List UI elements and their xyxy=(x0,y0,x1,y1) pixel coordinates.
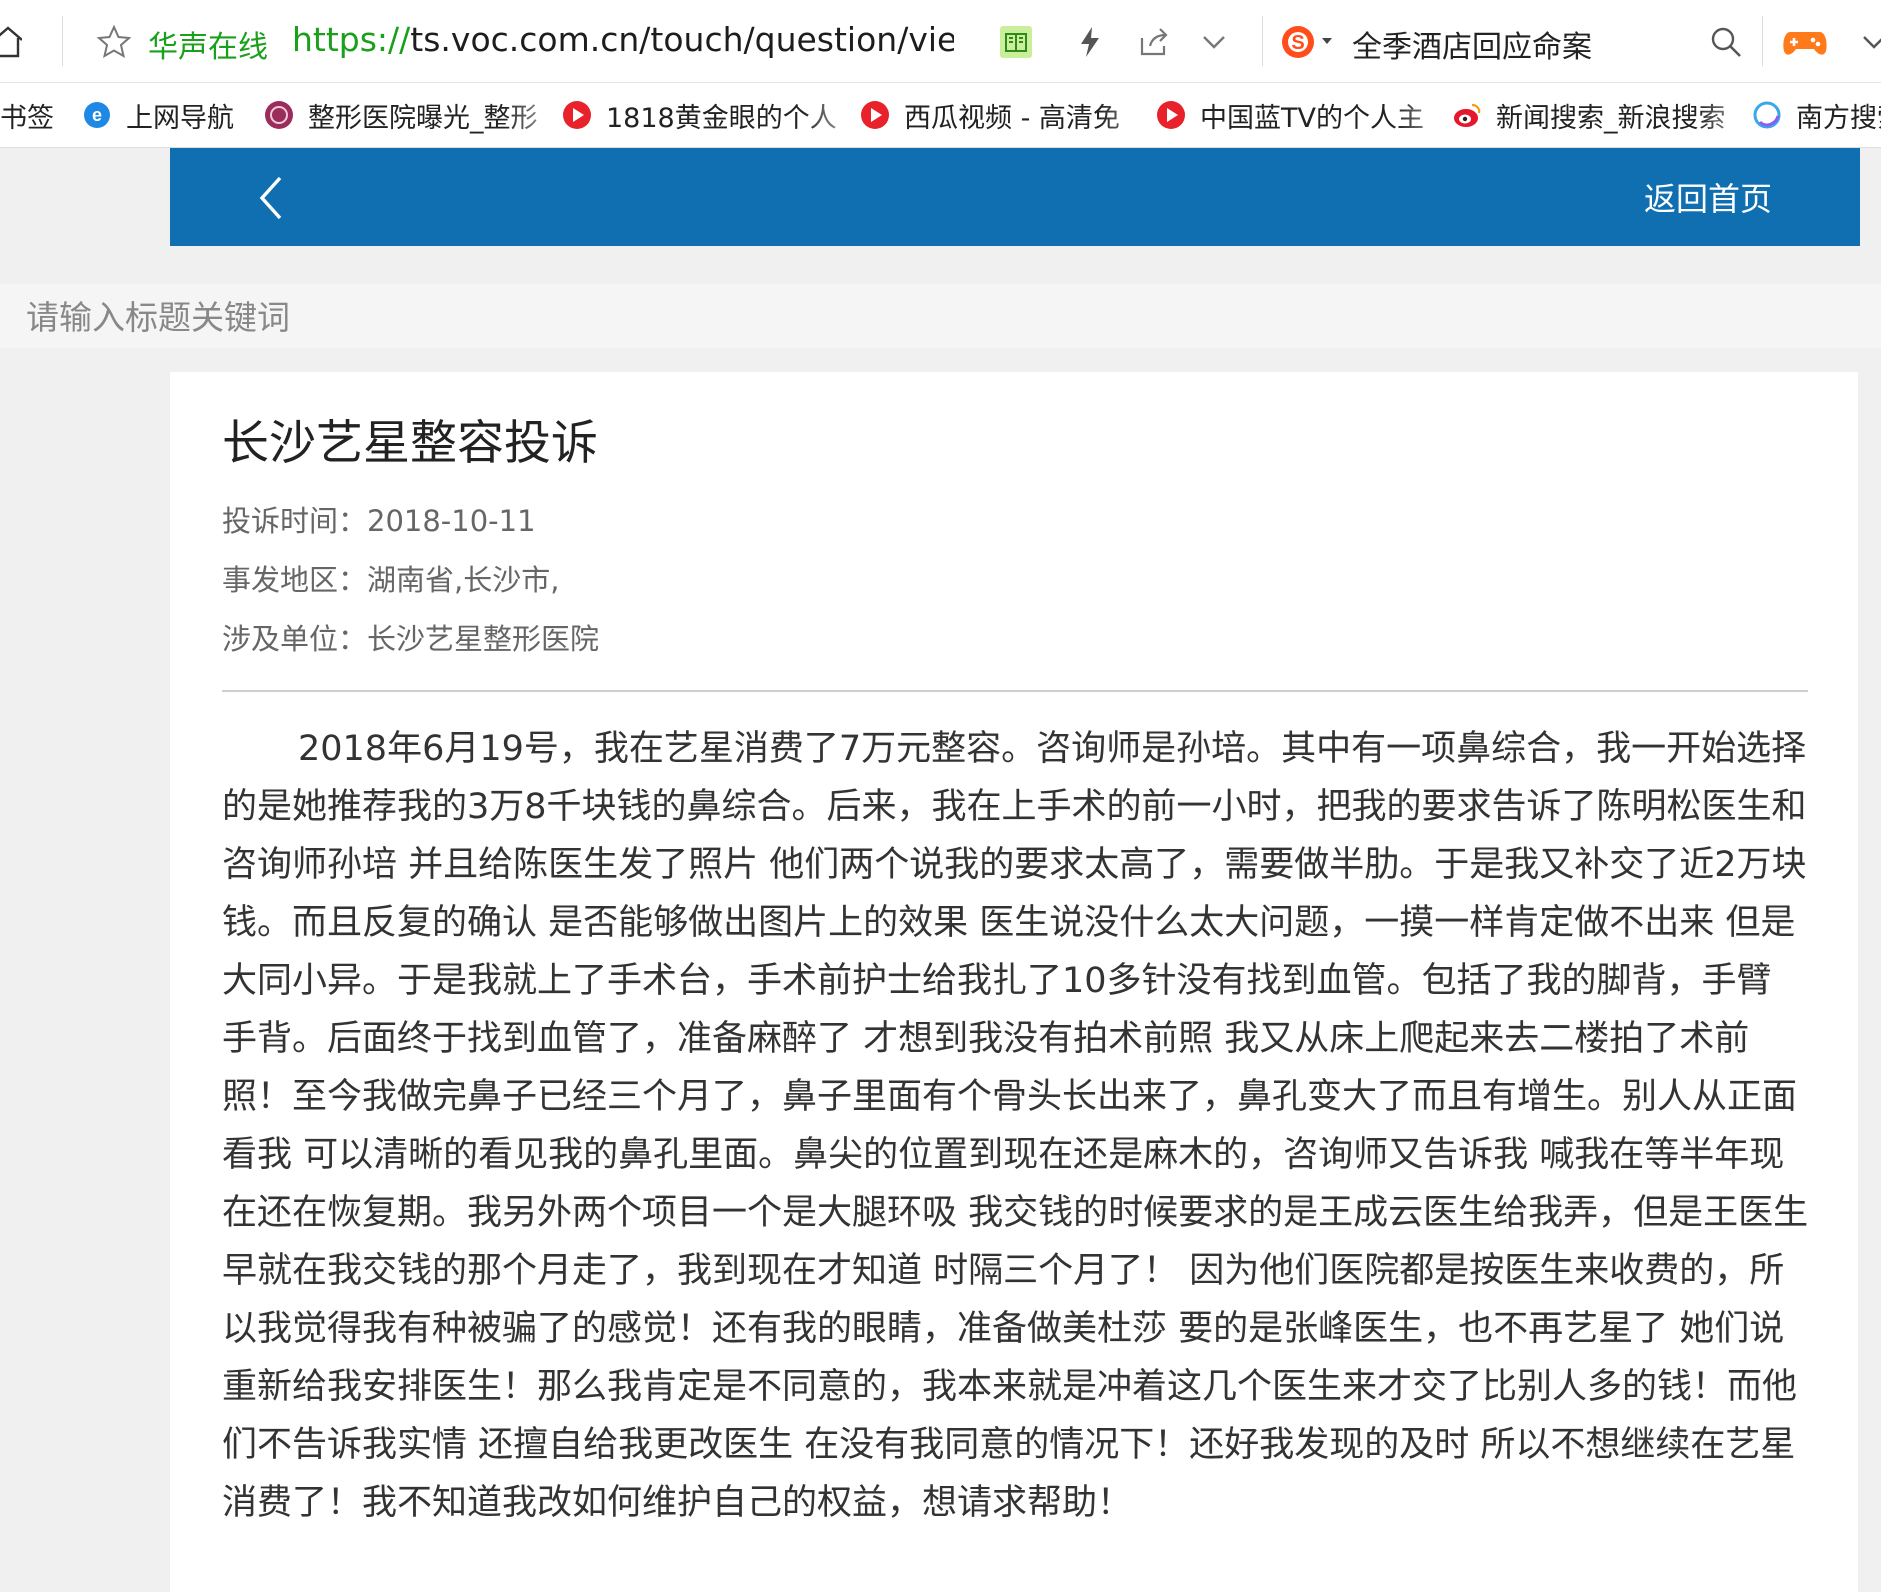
article-body: 2018年6月19号，我在艺星消费了7万元整容。咨询师是孙培。其中有一项鼻综合，… xyxy=(222,729,1809,1523)
bookmark-item[interactable]: 新闻搜索_新浪搜索 xyxy=(1452,97,1776,134)
bookmark-item[interactable]: e 上网导航 xyxy=(82,97,234,134)
article-title: 长沙艺星整容投诉 xyxy=(222,416,598,471)
divider xyxy=(222,690,1808,692)
video-play-icon xyxy=(861,101,889,129)
bookmark-item[interactable]: 书签 xyxy=(0,97,54,134)
svg-text:S: S xyxy=(1291,32,1304,54)
lightning-icon[interactable] xyxy=(1072,24,1108,60)
bookmark-label: 上网导航 xyxy=(126,102,234,134)
search-logo-icon xyxy=(1753,101,1781,129)
svg-text:e: e xyxy=(92,105,102,125)
bookmark-label: 整形医院曝光_整形 xyxy=(308,102,538,134)
search-bar xyxy=(0,284,1881,350)
share-icon[interactable] xyxy=(1136,24,1172,60)
sogou-search-icon[interactable]: S xyxy=(1280,22,1336,62)
bookmark-label: 书签 xyxy=(0,102,54,134)
site-name: 华声在线 xyxy=(148,30,268,65)
bookmark-item[interactable]: 1818黄金眼的个人 xyxy=(562,97,878,134)
game-controller-icon[interactable] xyxy=(1782,24,1828,60)
weibo-icon xyxy=(1454,103,1481,127)
chevron-down-icon[interactable] xyxy=(1860,24,1881,60)
bookmark-label: 新闻搜索_新浪搜索 xyxy=(1496,102,1726,134)
bookmark-label: 中国蓝TV的个人主 xyxy=(1200,102,1424,134)
complaint-time: 投诉时间：2018-10-11 xyxy=(222,504,536,538)
bookmark-item[interactable]: 中国蓝TV的个人主 xyxy=(1156,97,1472,134)
back-arrow-icon[interactable] xyxy=(254,174,288,222)
bookmark-label: 南方搜索 xyxy=(1796,102,1881,134)
reader-mode-icon[interactable] xyxy=(998,24,1034,60)
browser-address-bar: 华声在线 https://ts.voc.com.cn/touch/questio… xyxy=(0,0,1881,83)
bookmarks-bar: 书签 e 上网导航 整形医院曝光_整形 1818黄金眼的个人 西瓜视频 - 高清… xyxy=(0,83,1881,148)
search-icon[interactable] xyxy=(1708,24,1744,60)
back-to-home-link[interactable]: 返回首页 xyxy=(1644,174,1772,220)
url-text: ts.voc.com.cn/touch/question/view/7 xyxy=(410,20,954,59)
bookmark-item[interactable]: 西瓜视频 - 高清免 xyxy=(860,97,1176,134)
url-protocol: https:// xyxy=(292,20,411,59)
toolbar-divider xyxy=(1762,16,1763,66)
involved-unit: 涉及单位：长沙艺星整形医院 xyxy=(222,622,600,656)
bookmark-item[interactable]: 整形医院曝光_整形 xyxy=(264,97,580,134)
hospital-logo-icon xyxy=(265,101,293,129)
video-play-icon xyxy=(1157,101,1185,129)
video-play-icon xyxy=(563,101,591,129)
search-suggestion[interactable]: 全季酒店回应命案 xyxy=(1352,22,1592,66)
ie-browser-icon: e xyxy=(84,102,110,128)
search-input[interactable] xyxy=(0,284,1728,350)
incident-location: 事发地区：湖南省,长沙市, xyxy=(222,563,560,597)
url-field[interactable]: https://ts.voc.com.cn/touch/question/vie… xyxy=(292,20,954,59)
star-icon[interactable] xyxy=(96,24,132,60)
toolbar-divider xyxy=(62,16,63,66)
bookmark-item[interactable]: 南方搜索 xyxy=(1752,97,1881,134)
toolbar-divider xyxy=(1262,16,1263,66)
page-header: 返回首页 xyxy=(170,148,1860,246)
home-icon[interactable] xyxy=(0,24,22,60)
chevron-down-icon[interactable] xyxy=(1196,24,1232,60)
bookmark-label: 西瓜视频 - 高清免 xyxy=(904,102,1120,134)
bookmark-label: 1818黄金眼的个人 xyxy=(606,102,837,134)
